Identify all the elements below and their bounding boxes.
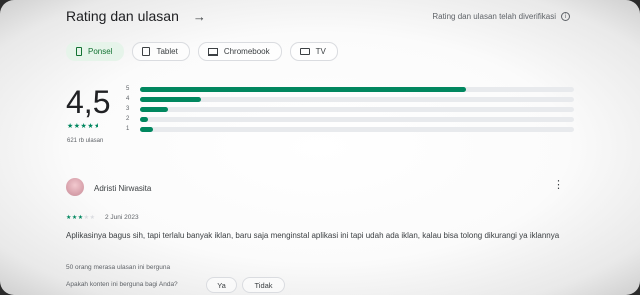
helpful-count: 50 orang merasa ulasan ini berguna [66,264,171,271]
avatar [66,178,84,196]
bar-fill [140,86,466,92]
bar-track [140,106,574,112]
bar-label: 2 [126,116,130,122]
tablet-icon [142,47,151,56]
distribution-row: 2 [126,114,574,124]
bar-label: 4 [126,96,130,102]
bar-fill [140,96,201,102]
reviewer-name: Adristi Nirwasita [94,184,152,193]
chip-phone[interactable]: Ponsel [66,42,125,61]
chip-chromebook-label: Chromebook [223,47,270,56]
bar-track [140,126,574,132]
info-icon[interactable]: i [561,12,570,21]
distribution-row: 4 [126,94,574,104]
review-date: 2 Juni 2023 [105,214,139,221]
rating-distribution: 5 4 3 2 1 [126,84,574,134]
yes-button[interactable]: Ya [206,277,237,293]
bar-label: 3 [126,106,130,112]
review-stars: ★★★★★ [66,214,95,221]
distribution-row: 5 [126,84,574,94]
distribution-row: 1 [126,124,574,134]
review-text: Aplikasinya bagus sih, tapi terlalu bany… [66,231,560,240]
bar-track [140,96,574,102]
tv-icon [299,48,310,55]
no-button[interactable]: Tidak [242,277,285,293]
chip-tv-label: TV [315,47,326,56]
section-title: Rating dan ulasan [66,8,179,24]
chip-tablet-label: Tablet [156,47,178,56]
verified-note: Rating dan ulasan telah diverifikasi i [432,12,570,21]
device-chips: Ponsel Tablet Chromebook TV [66,42,338,61]
arrow-right-icon[interactable]: → [193,9,206,24]
chip-tablet[interactable]: Tablet [132,42,190,61]
distribution-row: 3 [126,104,574,114]
ratings-panel: Rating dan ulasan → Rating dan ulasan te… [0,0,640,295]
bar-label: 1 [126,126,130,132]
bar-fill [140,126,154,132]
phone-icon [76,47,82,56]
laptop-icon [207,47,218,56]
verified-text: Rating dan ulasan telah diverifikasi [432,12,556,21]
chip-chromebook[interactable]: Chromebook [197,42,282,61]
section-header[interactable]: Rating dan ulasan → [66,8,206,24]
chip-tv[interactable]: TV [289,42,338,61]
average-stars: ★★★★★ [67,122,98,130]
more-vert-icon[interactable]: ⋮ [553,179,564,190]
star-icon: ★ [89,214,96,221]
review-count: 621 rb ulasan [67,138,104,144]
bar-label: 5 [126,86,130,92]
bar-fill [140,106,169,112]
helpful-question: Apakah konten ini berguna bagi Anda? [66,281,178,288]
bar-track [140,86,574,92]
bar-track [140,116,574,122]
chip-phone-label: Ponsel [88,47,113,56]
bar-fill [140,116,148,122]
average-rating: 4,5 [66,84,111,120]
